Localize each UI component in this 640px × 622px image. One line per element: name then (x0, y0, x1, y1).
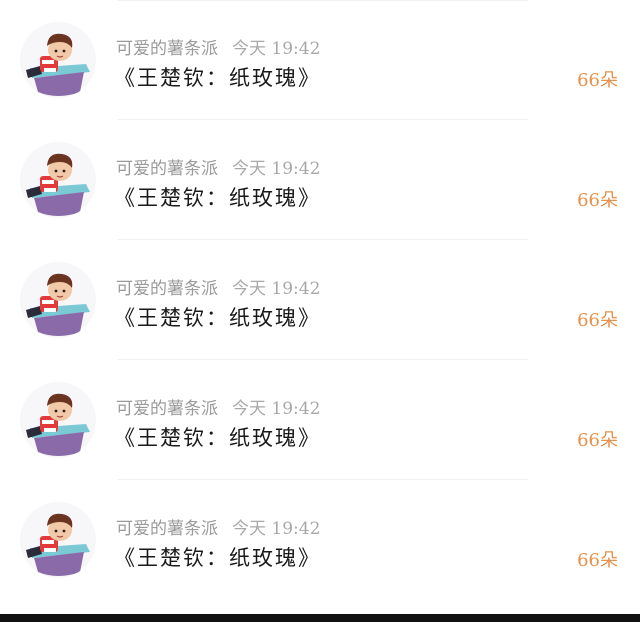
gift-list-item[interactable]: 可爱的薯条派 今天 19:42 《王楚钦：纸玫瑰》 66朵 (0, 120, 640, 240)
cartoon-boy-avatar-icon (20, 262, 96, 338)
gift-count: 66朵 (577, 190, 618, 211)
gift-title: 《王楚钦：纸玫瑰》 (114, 546, 321, 570)
avatar[interactable] (20, 502, 96, 578)
gift-count: 66朵 (577, 310, 618, 331)
gift-list-item[interactable]: 可爱的薯条派 今天 19:42 《王楚钦：纸玫瑰》 66朵 (0, 240, 640, 360)
gift-list-item[interactable]: 可爱的薯条派 今天 19:42 《王楚钦：纸玫瑰》 66朵 (0, 480, 640, 600)
avatar[interactable] (20, 142, 96, 218)
gift-list-item[interactable]: 可爱的薯条派 今天 19:42 《王楚钦：纸玫瑰》 66朵 (0, 360, 640, 480)
timestamp: 今天 19:42 (232, 159, 321, 179)
gift-title: 《王楚钦：纸玫瑰》 (114, 306, 321, 330)
gift-meta: 可爱的薯条派 今天 19:42 (116, 514, 321, 539)
timestamp: 今天 19:42 (232, 399, 321, 419)
cartoon-boy-avatar-icon (20, 502, 96, 578)
gift-meta: 可爱的薯条派 今天 19:42 (116, 34, 321, 59)
sender-name[interactable]: 可爱的薯条派 (116, 279, 218, 299)
sender-name[interactable]: 可爱的薯条派 (116, 159, 218, 179)
sender-name[interactable]: 可爱的薯条派 (116, 39, 218, 59)
cartoon-boy-avatar-icon (20, 382, 96, 458)
gift-meta: 可爱的薯条派 今天 19:42 (116, 154, 321, 179)
timestamp: 今天 19:42 (232, 279, 321, 299)
bottom-bar (0, 614, 640, 622)
gift-count: 66朵 (577, 70, 618, 91)
avatar[interactable] (20, 262, 96, 338)
timestamp: 今天 19:42 (232, 39, 321, 59)
avatar[interactable] (20, 382, 96, 458)
gift-meta: 可爱的薯条派 今天 19:42 (116, 274, 321, 299)
gift-title: 《王楚钦：纸玫瑰》 (114, 426, 321, 450)
gift-title: 《王楚钦：纸玫瑰》 (114, 66, 321, 90)
cartoon-boy-avatar-icon (20, 22, 96, 98)
sender-name[interactable]: 可爱的薯条派 (116, 399, 218, 419)
gift-list-item[interactable]: 可爱的薯条派 今天 19:42 《王楚钦：纸玫瑰》 66朵 (0, 0, 640, 120)
timestamp: 今天 19:42 (232, 519, 321, 539)
gift-count: 66朵 (577, 550, 618, 571)
avatar[interactable] (20, 22, 96, 98)
sender-name[interactable]: 可爱的薯条派 (116, 519, 218, 539)
gift-title: 《王楚钦：纸玫瑰》 (114, 186, 321, 210)
gift-count: 66朵 (577, 430, 618, 451)
gift-meta: 可爱的薯条派 今天 19:42 (116, 394, 321, 419)
cartoon-boy-avatar-icon (20, 142, 96, 218)
